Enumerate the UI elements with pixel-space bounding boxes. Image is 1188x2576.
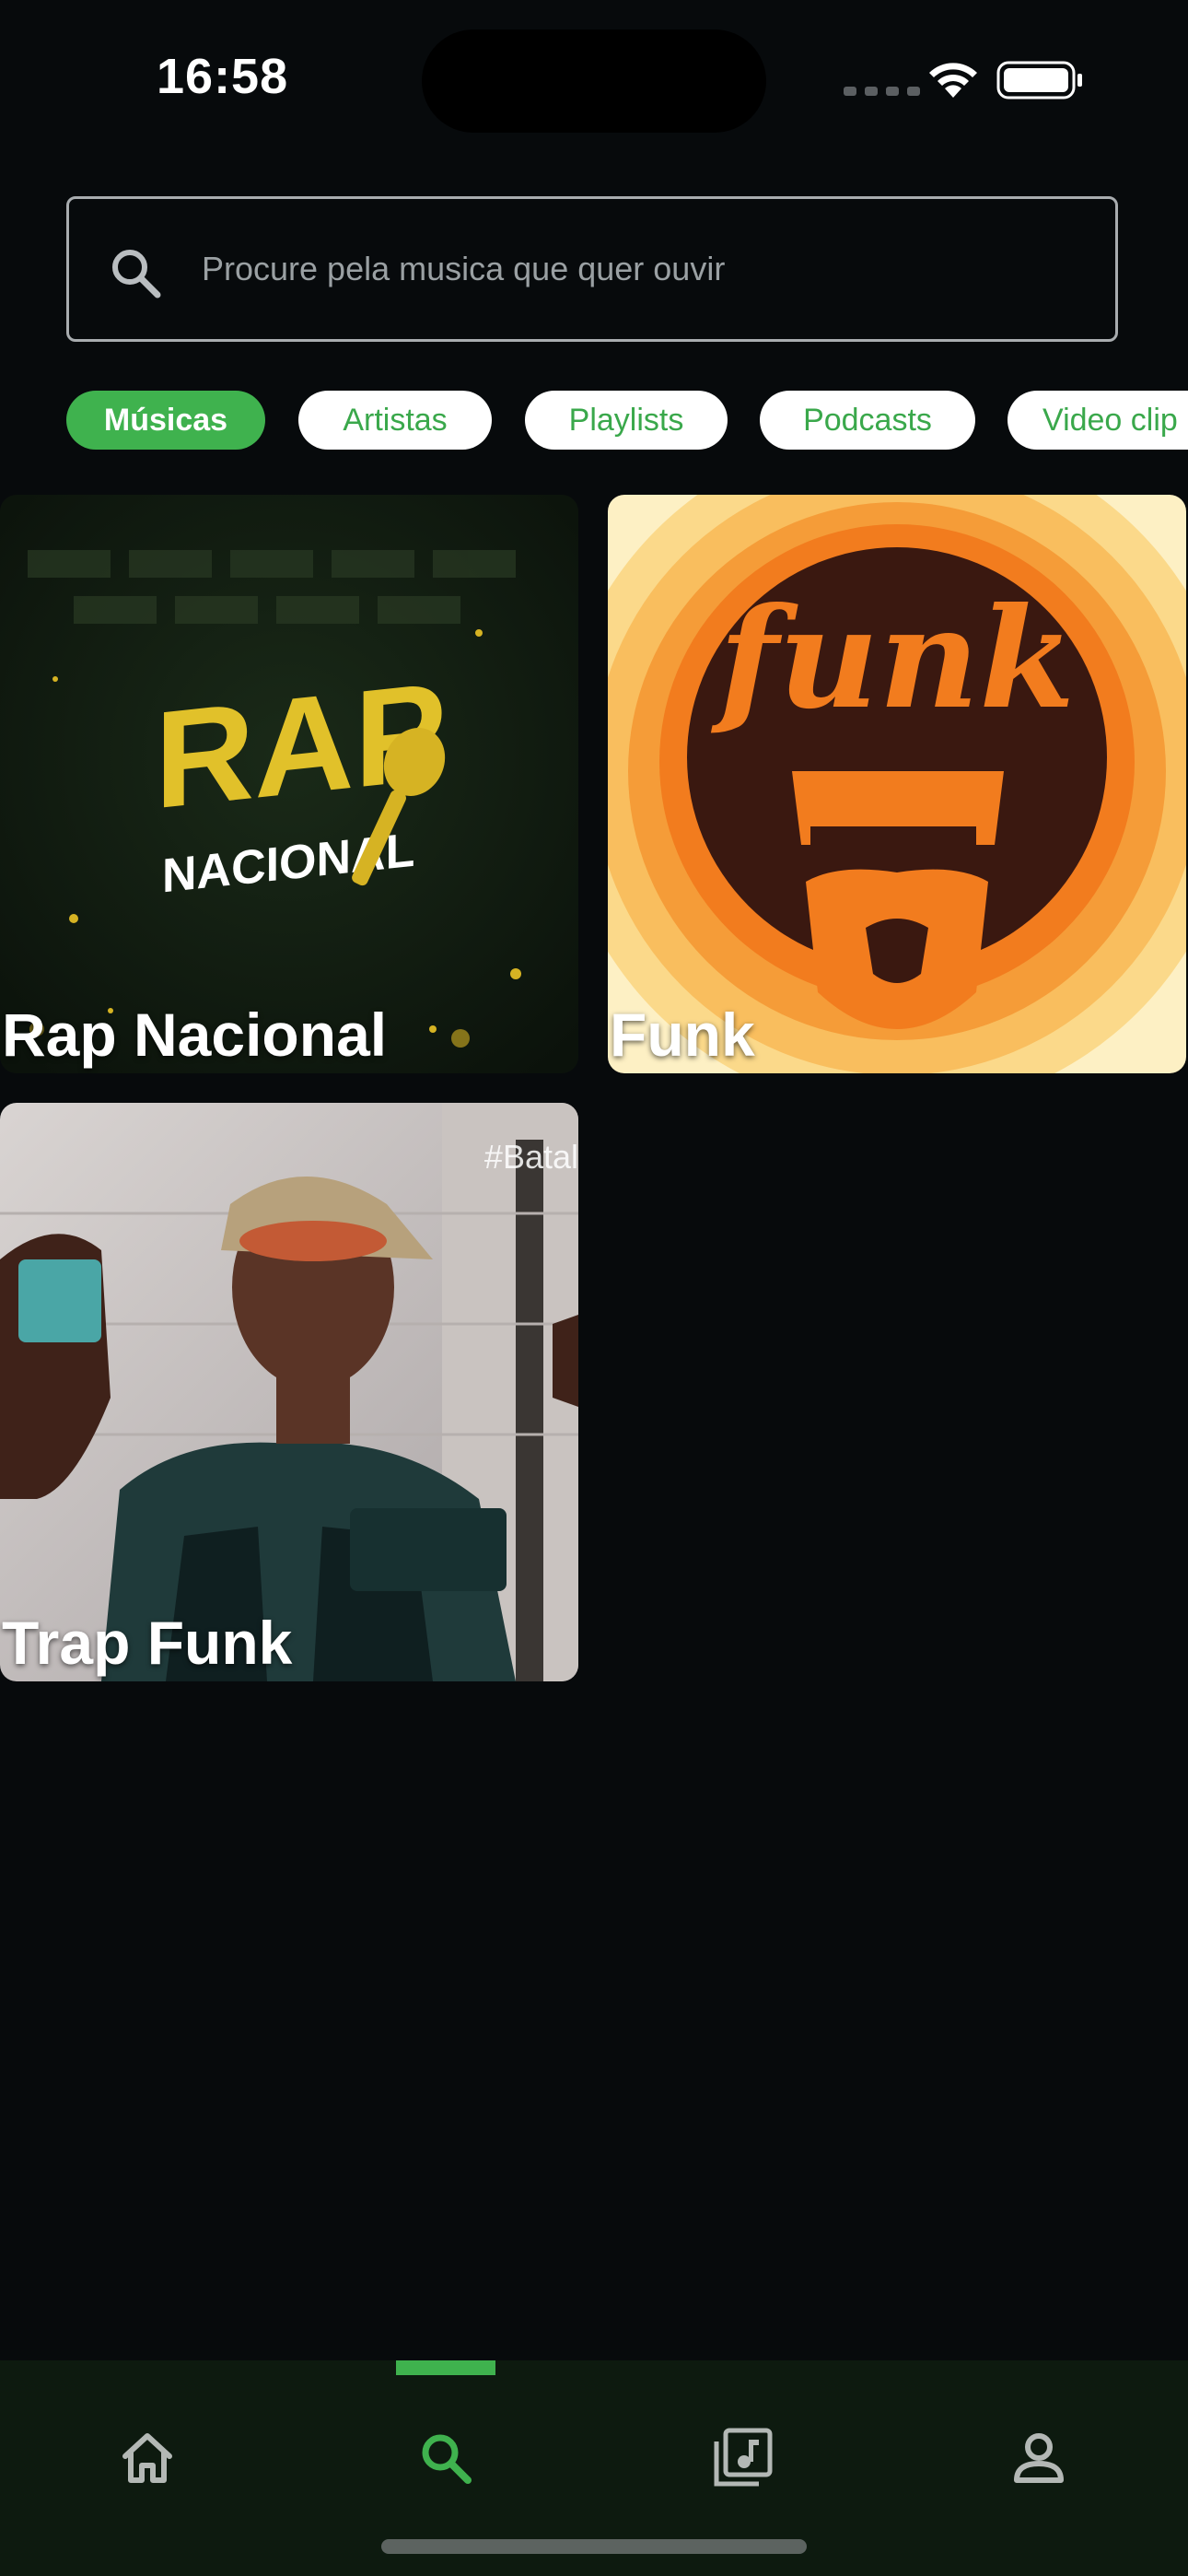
person-icon	[1014, 2433, 1064, 2483]
status-icons	[840, 57, 1089, 103]
chip-musicas[interactable]: Músicas	[66, 391, 265, 450]
nav-home[interactable]	[101, 2412, 193, 2504]
card-title: Funk	[610, 1001, 755, 1069]
rap-nacional-cover: RAP NACIONAL	[0, 495, 578, 1073]
home-indicator[interactable]	[381, 2539, 807, 2554]
chip-podcasts[interactable]: Podcasts	[760, 391, 975, 450]
cellular-signal-icon	[844, 87, 920, 96]
nav-active-indicator	[396, 2360, 495, 2375]
music-library-icon	[714, 2428, 773, 2487]
chip-video-clip[interactable]: Video clip	[1007, 391, 1188, 450]
nav-profile[interactable]	[993, 2412, 1085, 2504]
funk-cover: funk	[608, 495, 1186, 1073]
battery-icon	[996, 61, 1082, 100]
search-input[interactable]	[198, 199, 1095, 339]
svg-text:funk: funk	[711, 578, 1076, 740]
dynamic-island	[422, 29, 766, 133]
home-icon	[122, 2433, 172, 2483]
wifi-icon	[929, 63, 977, 98]
filter-chips: Músicas Artistas Playlists Podcasts Vide…	[66, 391, 1188, 450]
chip-playlists[interactable]: Playlists	[525, 391, 728, 450]
nav-search[interactable]	[400, 2412, 492, 2504]
search-icon	[112, 250, 161, 299]
genre-card-trap-funk[interactable]: #Batal Trap Funk	[0, 1103, 578, 1681]
nav-library[interactable]	[696, 2412, 788, 2504]
search-icon	[422, 2434, 472, 2484]
card-tag: #Batal	[483, 1138, 578, 1176]
status-time: 16:58	[157, 49, 289, 104]
trap-funk-cover	[0, 1103, 578, 1681]
card-title: Rap Nacional	[2, 1001, 388, 1069]
search-screen: 16:58 Músicas Artistas Playlists Podcast…	[0, 0, 1188, 2576]
chip-artistas[interactable]: Artistas	[298, 391, 492, 450]
search-bar[interactable]	[66, 196, 1118, 342]
genre-card-rap-nacional[interactable]: RAP NACIONAL Rap Nacional	[0, 495, 578, 1073]
genre-card-funk[interactable]: funk Funk	[608, 495, 1186, 1073]
card-title: Trap Funk	[2, 1609, 293, 1677]
